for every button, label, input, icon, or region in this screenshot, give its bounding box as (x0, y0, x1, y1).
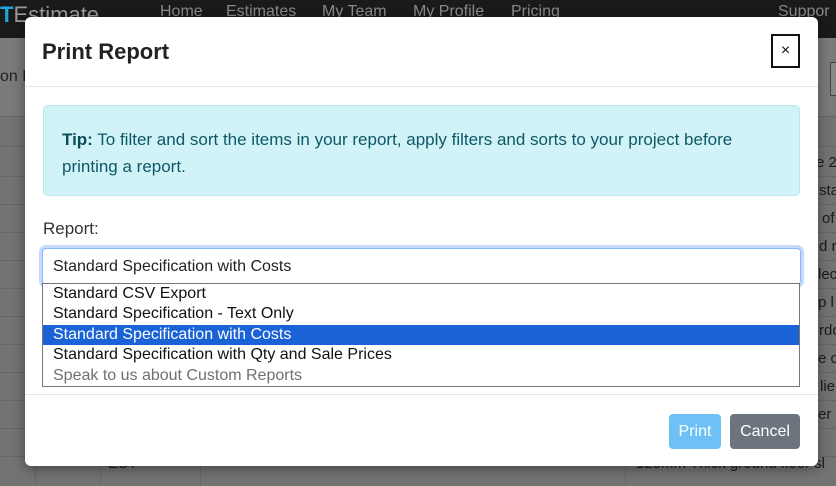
modal-footer-divider (25, 394, 818, 395)
grid-cell: of (822, 210, 835, 227)
grid-cell: e c (818, 350, 836, 367)
grid-cell: lie (820, 378, 836, 395)
grid-cell: e 2 (816, 154, 836, 171)
grid-cell: sta (819, 182, 836, 199)
tip-label: Tip: (62, 130, 93, 149)
grid-cell: rdo (819, 322, 836, 339)
cancel-button[interactable]: Cancel (730, 414, 800, 449)
close-icon: × (780, 42, 791, 59)
option-specification-qty-sale-prices[interactable]: Standard Specification with Qty and Sale… (43, 345, 799, 365)
grid-cell: p l (818, 294, 834, 311)
option-specification-text-only[interactable]: Standard Specification - Text Only (43, 304, 799, 324)
grid-cell: er (818, 406, 832, 423)
print-report-modal: Print Report × Tip: To filter and sort t… (25, 17, 818, 466)
toolbar-button[interactable] (830, 62, 836, 96)
grid-cell: d r (819, 238, 836, 255)
tip-alert: Tip: To filter and sort the items in you… (43, 105, 800, 196)
report-select[interactable]: Standard Specification with Costs (42, 248, 801, 285)
report-label: Report: (43, 219, 99, 238)
print-button[interactable]: Print (669, 414, 721, 449)
option-standard-csv-export[interactable]: Standard CSV Export (43, 284, 799, 304)
modal-title: Print Report (42, 39, 170, 64)
report-options-list: Standard CSV Export Standard Specificati… (42, 283, 800, 387)
modal-header: Print Report × (25, 17, 818, 87)
close-button[interactable]: × (771, 34, 800, 68)
option-custom-reports: Speak to us about Custom Reports (53, 366, 303, 384)
option-specification-with-costs[interactable]: Standard Specification with Costs (43, 324, 799, 346)
tip-text: To filter and sort the items in your rep… (62, 130, 733, 176)
grid-cell: lec (818, 266, 836, 283)
